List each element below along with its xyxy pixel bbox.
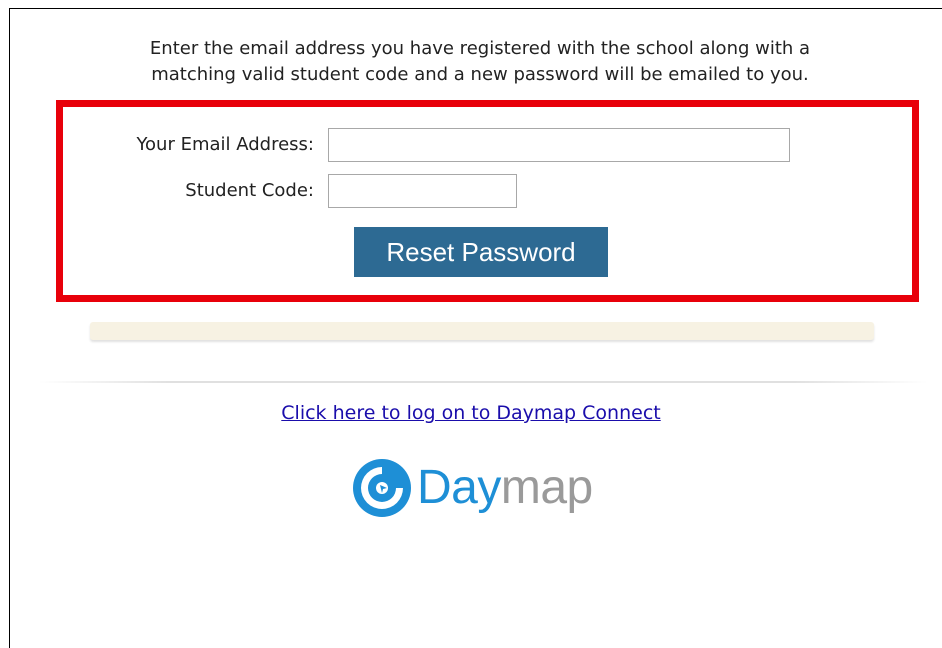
daymap-logo: Daymap bbox=[351, 455, 593, 521]
email-field[interactable] bbox=[328, 128, 790, 162]
student-code-label: Student Code: bbox=[185, 180, 314, 201]
email-label: Your Email Address: bbox=[136, 134, 314, 155]
instructions-line-1: Enter the email address you have registe… bbox=[149, 38, 811, 59]
instructions-line-2: matching valid student code and a new pa… bbox=[151, 64, 809, 85]
wordmark-day: Day bbox=[417, 461, 501, 514]
wordmark-map: map bbox=[500, 461, 593, 514]
student-code-field[interactable] bbox=[328, 174, 517, 208]
daymap-wordmark: Daymap bbox=[417, 464, 593, 512]
divider bbox=[38, 381, 928, 383]
message-bar bbox=[90, 322, 874, 340]
reset-password-button[interactable]: Reset Password bbox=[354, 227, 608, 277]
instructions-text: Enter the email address you have registe… bbox=[70, 36, 890, 88]
daymap-swirl-icon bbox=[353, 459, 411, 517]
logon-link[interactable]: Click here to log on to Daymap Connect bbox=[0, 402, 942, 424]
